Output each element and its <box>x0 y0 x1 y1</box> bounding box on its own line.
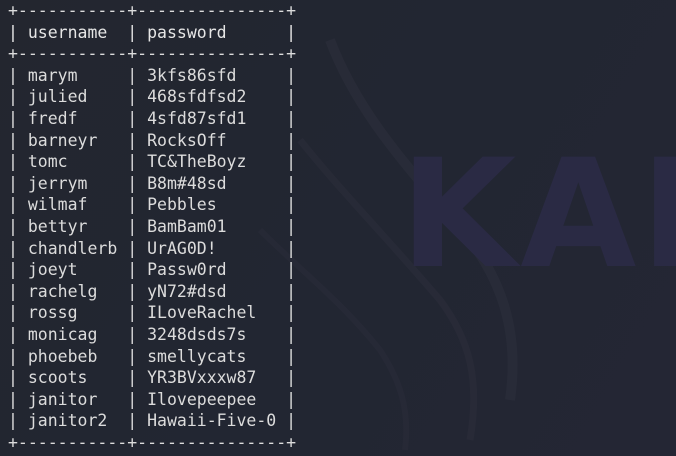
username-cell: fredf <box>17 108 128 128</box>
table-row: | chandlerb | UrAG0D! | <box>8 238 297 258</box>
table-row: | scoots | YR3BVxxxw87 | <box>8 368 297 388</box>
password-cell: 3248dsds7s <box>137 324 287 344</box>
table-row: | tomc | TC&TheBoyz | <box>8 152 297 172</box>
password-cell: 468sfdfsd2 <box>137 87 287 107</box>
kali-wordmark: KALI <box>400 128 676 302</box>
username-cell: tomc <box>17 152 128 172</box>
username-cell: monicag <box>17 324 128 344</box>
table-row: | monicag | 3248dsds7s | <box>8 324 297 344</box>
password-cell: smellycats <box>137 346 287 366</box>
table-border: +-----------+---------------+ <box>8 1 297 20</box>
username-cell: barneyr <box>17 130 128 150</box>
password-cell: UrAG0D! <box>137 238 287 258</box>
password-cell: BamBam01 <box>137 216 287 236</box>
table-row: | julied | 468sfdfsd2 | <box>8 87 297 107</box>
username-cell: chandlerb <box>17 238 128 258</box>
table-border: +-----------+---------------+ <box>8 44 297 64</box>
table-header-row: | username | password | <box>8 22 297 42</box>
password-cell: B8m#48sd <box>137 173 287 193</box>
table-row: | bettyr | BamBam01 | <box>8 216 297 236</box>
table-row: | janitor2 | Hawaii-Five-0 | <box>8 411 297 431</box>
table-row: | barneyr | RocksOff | <box>8 130 297 150</box>
table-row: | wilmaf | Pebbles | <box>8 195 297 215</box>
table-row: | joeyt | Passw0rd | <box>8 260 297 280</box>
username-cell: julied <box>17 87 128 107</box>
password-cell: 4sfd87sfd1 <box>137 108 287 128</box>
password-cell: 3kfs86sfd <box>137 65 287 85</box>
password-cell: TC&TheBoyz <box>137 152 287 172</box>
username-cell: phoebeb <box>17 346 128 366</box>
username-cell: wilmaf <box>17 195 128 215</box>
column-header-password: password <box>137 22 287 42</box>
password-cell: Hawaii-Five-0 <box>137 411 287 431</box>
password-cell: Passw0rd <box>137 260 287 280</box>
table-row: | fredf | 4sfd87sfd1 | <box>8 108 297 128</box>
username-cell: janitor <box>17 389 128 409</box>
table-row: | janitor | Ilovepeepee | <box>8 389 297 409</box>
username-cell: scoots <box>17 368 128 388</box>
username-cell: bettyr <box>17 216 128 236</box>
password-cell: YR3BVxxxw87 <box>137 368 287 388</box>
password-cell: RocksOff <box>137 130 287 150</box>
table-row: | marym | 3kfs86sfd | <box>8 65 297 85</box>
username-cell: jerrym <box>17 173 128 193</box>
password-cell: ILoveRachel <box>137 303 287 323</box>
column-header-username: username <box>17 22 128 42</box>
table-row: | rossg | ILoveRachel | <box>8 303 297 323</box>
table-row: | phoebeb | smellycats | <box>8 346 297 366</box>
username-cell: marym <box>17 65 128 85</box>
table-row: | jerrym | B8m#48sd | <box>8 173 297 193</box>
username-cell: rachelg <box>17 281 128 301</box>
table-row: | rachelg | yN72#dsd | <box>8 281 297 301</box>
password-cell: yN72#dsd <box>137 281 287 301</box>
table-border: +-----------+---------------+ <box>8 432 297 452</box>
terminal-window[interactable]: KALI +-----------+---------------+| user… <box>0 0 676 456</box>
password-cell: Pebbles <box>137 195 287 215</box>
username-cell: janitor2 <box>17 411 128 431</box>
password-cell: Ilovepeepee <box>137 389 287 409</box>
username-cell: joeyt <box>17 260 128 280</box>
credentials-table: +-----------+---------------+ | username … <box>8 0 296 453</box>
username-cell: rossg <box>17 303 128 323</box>
